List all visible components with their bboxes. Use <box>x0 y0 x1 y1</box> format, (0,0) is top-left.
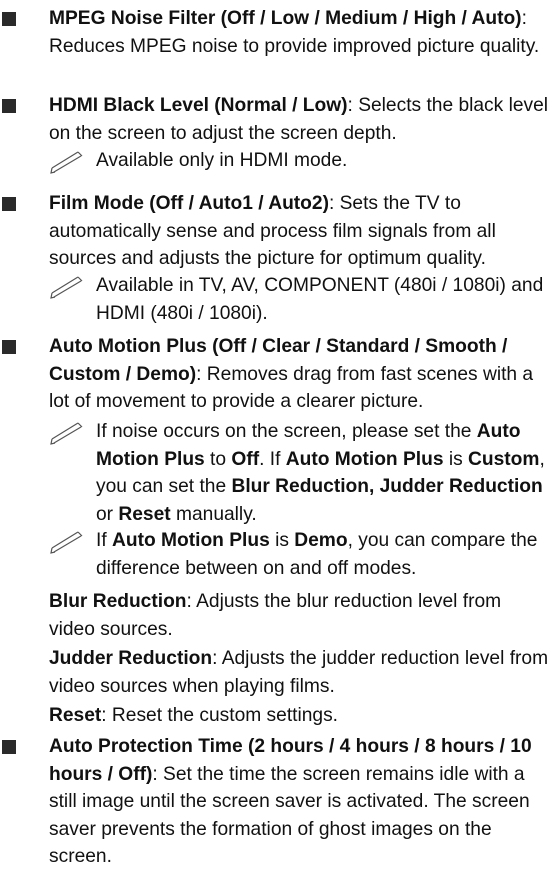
item-text: Film Mode (Off / Auto1 / Auto2): Sets th… <box>49 190 549 273</box>
note-text: If Auto Motion Plus is Demo, you can com… <box>96 530 538 579</box>
pencil-note-icon <box>50 531 83 554</box>
note-text: Available only in HDMI mode. <box>96 150 348 171</box>
note-text: Available in TV, AV, COMPONENT (480i / 1… <box>96 275 544 324</box>
square-bullet-icon <box>2 340 16 354</box>
item-title: HDMI Black Level (Normal / Low) <box>49 95 348 116</box>
note-text: If noise occurs on the screen, please se… <box>96 421 545 525</box>
sub-item-label: Reset <box>49 705 102 726</box>
sub-item-text: : Reset the custom settings. <box>101 705 339 726</box>
square-bullet-icon <box>2 197 16 211</box>
manual-page: MPEG Noise Filter (Off / Low / Medium / … <box>0 0 555 867</box>
square-bullet-icon <box>2 99 16 113</box>
item-title: MPEG Noise Filter (Off / Low / Medium / … <box>49 8 522 29</box>
item-text: MPEG Noise Filter (Off / Low / Medium / … <box>49 5 549 60</box>
square-bullet-icon <box>2 12 16 26</box>
sub-item-judder-reduction: Judder Reduction: Adjusts the judder red… <box>49 645 549 700</box>
sub-item-reset: Reset: Reset the custom settings. <box>49 702 549 730</box>
pencil-note-icon <box>50 151 83 174</box>
pencil-note-icon <box>50 422 83 445</box>
item-text: Auto Protection Time (2 hours / 4 hours … <box>49 733 549 871</box>
sub-item-label: Blur Reduction <box>49 591 187 612</box>
square-bullet-icon <box>2 740 16 754</box>
item-text: Auto Motion Plus (Off / Clear / Standard… <box>49 333 549 416</box>
item-title: Film Mode (Off / Auto1 / Auto2) <box>49 193 329 214</box>
pencil-note-icon <box>50 276 83 299</box>
sub-item-blur-reduction: Blur Reduction: Adjusts the blur reducti… <box>49 588 549 643</box>
item-text: HDMI Black Level (Normal / Low): Selects… <box>49 92 549 147</box>
sub-item-label: Judder Reduction <box>49 648 213 669</box>
